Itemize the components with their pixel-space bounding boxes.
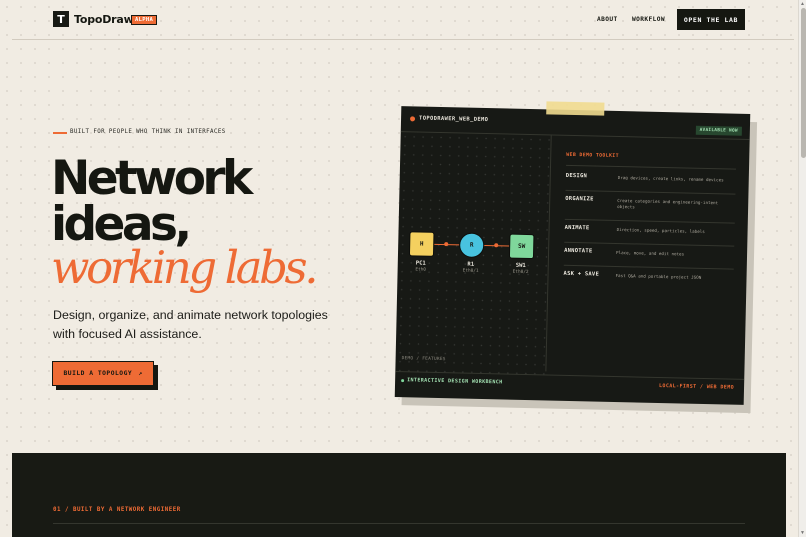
hero-title-line-1: Network	[51, 151, 253, 206]
about-section: 01 / BUILT BY A NETWORK ENGINEER	[12, 453, 786, 537]
feature-divider	[564, 218, 735, 224]
tape-decoration	[546, 101, 605, 116]
node-sw1-label: SW1	[515, 262, 526, 269]
nav-workflow[interactable]: WORKFLOW	[632, 16, 665, 23]
local-first-label: LOCAL-FIRST / WEB DEMO	[658, 382, 735, 391]
feature-organize-desc: Create categories and engineering-intent…	[617, 198, 719, 210]
scrollbar-thumb[interactable]	[800, 8, 806, 158]
demo-title: TOPODRAWER_WEB_DEMO	[419, 115, 489, 124]
nav-about[interactable]: ABOUT	[597, 16, 618, 23]
feature-annotate: ANNOTATE	[564, 247, 593, 255]
eyebrow-accent-line	[53, 132, 67, 134]
feature-animate: ANIMATE	[564, 224, 590, 232]
section-divider	[53, 523, 745, 524]
demo-card-panel: TOPODRAWER_WEB_DEMO AVAILABLE NOW H R SW…	[394, 106, 751, 405]
feature-divider	[565, 189, 736, 195]
scroll-up-icon[interactable]: ▲	[800, 1, 805, 7]
section-label: 01 / BUILT BY A NETWORK ENGINEER	[53, 507, 181, 513]
feature-design-desc: Drag devices, create links, rename devic…	[617, 175, 724, 183]
feature-divider	[564, 241, 735, 247]
workbench-label: INTERACTIVE DESIGN WORKBENCH	[407, 377, 503, 386]
build-topology-label: BUILD A TOPOLOGY	[63, 370, 133, 377]
toolkit-title: WEB DEMO TOOLKIT	[566, 152, 619, 160]
toolkit-divider	[566, 164, 737, 170]
feature-ask-save: ASK + SAVE	[563, 270, 600, 278]
live-dot-icon	[401, 379, 405, 383]
alpha-badge: ALPHA	[131, 15, 158, 25]
feature-divider	[563, 264, 734, 270]
node-r1-port: Eth0/1	[462, 268, 479, 274]
feature-annotate-desc: Place, move, and edit notes	[616, 249, 685, 257]
header-divider	[12, 39, 794, 40]
hero-title-line-3: working labs.	[51, 241, 319, 294]
node-pc1-port: Eth0	[415, 267, 426, 273]
node-sw1-port: Eth0/2	[512, 269, 529, 276]
available-badge: AVAILABLE NOW	[695, 125, 742, 136]
site-header: T TopoDrawer ALPHA ABOUT WORKFLOW OPEN T…	[0, 0, 806, 40]
demo-card: TOPODRAWER_WEB_DEMO AVAILABLE NOW H R SW…	[394, 101, 758, 414]
node-pc1[interactable]: H	[408, 231, 435, 257]
open-lab-button[interactable]: OPEN THE LAB	[677, 9, 745, 30]
node-pc1-label: PC1	[415, 260, 426, 267]
logo-icon[interactable]: T	[53, 11, 69, 27]
feature-organize: ORGANIZE	[565, 195, 594, 203]
scroll-down-icon[interactable]: ▼	[800, 530, 805, 536]
feature-ask-save-desc: Fast Q&A and portable project JSON	[615, 272, 702, 280]
link-particle-icon	[494, 243, 499, 248]
node-sw1[interactable]: SW	[508, 233, 535, 260]
feature-animate-desc: Direction, speed, particles, labels	[616, 226, 705, 234]
hero-eyebrow: BUILT FOR PEOPLE WHO THINK IN INTERFACES	[70, 129, 226, 135]
build-topology-button[interactable]: BUILD A TOPOLOGY ↗	[52, 361, 154, 386]
page-scrollbar[interactable]: ▲ ▼	[798, 0, 806, 537]
feature-design: DESIGN	[565, 172, 588, 180]
hero-description: Design, organize, and animate network to…	[53, 308, 328, 341]
canvas-caption: DEMO / FEATURES	[401, 356, 446, 363]
node-r1-label: R1	[467, 261, 475, 268]
arrow-up-right-icon: ↗	[138, 370, 143, 377]
status-dot-icon	[410, 116, 416, 122]
link-particle-icon	[444, 242, 449, 247]
